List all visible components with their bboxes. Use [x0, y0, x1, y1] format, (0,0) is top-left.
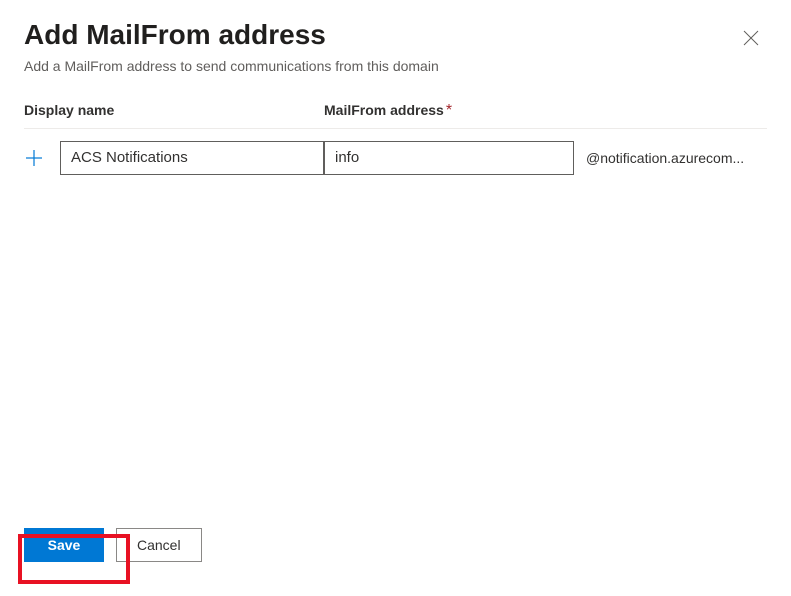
close-button[interactable] — [735, 22, 767, 54]
save-button[interactable]: Save — [24, 528, 104, 562]
close-icon — [743, 30, 759, 46]
mailfrom-input[interactable] — [324, 141, 574, 175]
mailfrom-label: MailFrom address — [324, 102, 444, 118]
cancel-button[interactable]: Cancel — [116, 528, 202, 562]
add-row-button[interactable] — [24, 148, 60, 168]
display-name-label: Display name — [24, 102, 114, 118]
page-subtitle: Add a MailFrom address to send communica… — [24, 58, 439, 74]
plus-icon — [24, 148, 44, 168]
domain-suffix: @notification.azurecom... — [574, 150, 744, 166]
form-area: Display name MailFrom address* @notifica… — [24, 102, 767, 175]
display-name-input[interactable] — [60, 141, 324, 175]
required-indicator: * — [446, 102, 452, 119]
page-title: Add MailFrom address — [24, 18, 439, 52]
